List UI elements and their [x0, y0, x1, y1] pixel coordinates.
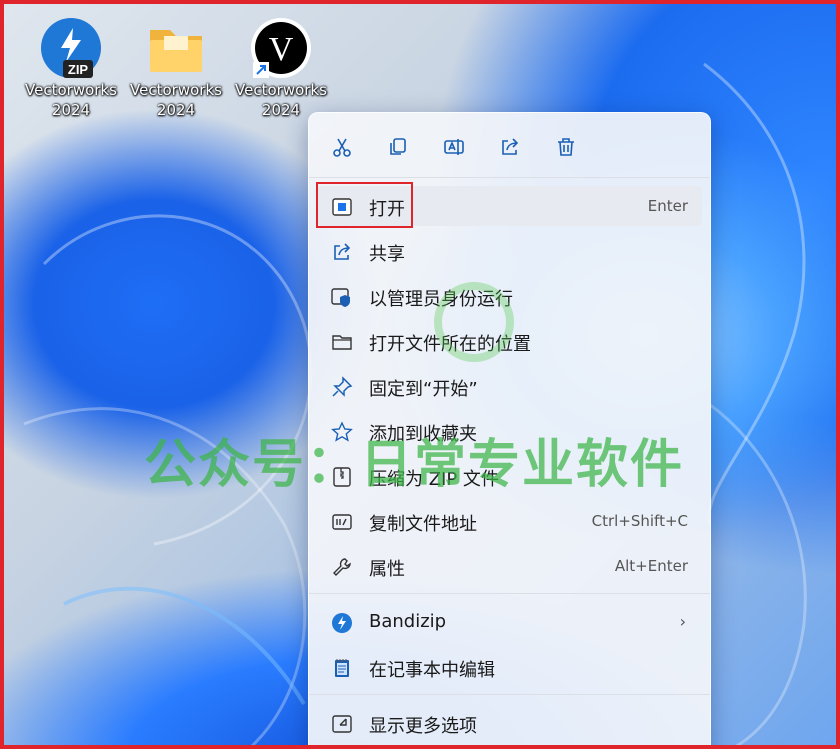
menu-item-label: 属性: [369, 559, 405, 580]
folder-outline-icon: [331, 331, 353, 353]
menu-item-shortcut: Alt+Enter: [614, 557, 688, 575]
cut-button[interactable]: [322, 127, 362, 167]
share-icon: [502, 138, 519, 155]
desktop-icon-folder[interactable]: Vectorworks 2024: [121, 16, 231, 120]
zip-badge: ZIP: [68, 62, 89, 77]
desktop: ZIP Vectorworks 2024 Vectorworks 2024 V …: [0, 0, 840, 749]
desktop-icon-label: Vectorworks 2024: [130, 81, 222, 119]
menu-item-compress-zip[interactable]: 压缩为 ZIP 文件: [317, 456, 702, 496]
menu-item-edit-in-notepad[interactable]: 在记事本中编辑: [317, 647, 702, 687]
menu-item-copy-as-path[interactable]: 复制文件地址 Ctrl+Shift+C: [317, 501, 702, 541]
desktop-icon-vectorworks[interactable]: V Vectorworks 2024: [226, 16, 336, 120]
chevron-right-icon: ›: [679, 612, 686, 631]
zip-icon: [331, 466, 353, 488]
menu-item-bandizip[interactable]: Bandizip ›: [317, 602, 702, 642]
open-app-icon: [331, 196, 353, 218]
menu-item-label: 以管理员身份运行: [369, 289, 513, 310]
more-options-icon: [331, 713, 353, 735]
wrench-icon: [331, 556, 353, 578]
copy-button[interactable]: [378, 127, 418, 167]
menu-item-label: 添加到收藏夹: [369, 424, 477, 445]
copy-path-icon: [331, 511, 353, 533]
vectorworks-shortcut-icon: V: [249, 16, 313, 80]
rename-icon: [444, 139, 464, 155]
zip-archive-icon: ZIP: [39, 16, 103, 80]
share-button[interactable]: [490, 127, 530, 167]
menu-item-open[interactable]: 打开 Enter: [317, 186, 702, 226]
menu-separator: [309, 694, 710, 695]
menu-item-label: 压缩为 ZIP 文件: [369, 469, 499, 490]
menu-item-run-as-admin[interactable]: 以管理员身份运行: [317, 276, 702, 316]
menu-item-label: 打开: [369, 199, 405, 220]
bandizip-icon: [331, 612, 353, 634]
menu-item-shortcut: Enter: [647, 197, 688, 215]
menu-item-share[interactable]: 共享: [317, 231, 702, 271]
admin-shield-icon: [331, 286, 353, 308]
menu-item-properties[interactable]: 属性 Alt+Enter: [317, 546, 702, 586]
context-menu: 打开 Enter 共享 以管理员身份运行 打开文件所在的位置 固定到“开始” 添…: [308, 112, 711, 745]
menu-item-show-more-options[interactable]: 显示更多选项: [317, 703, 702, 743]
menu-item-add-to-favorites[interactable]: 添加到收藏夹: [317, 411, 702, 451]
menu-item-shortcut: Ctrl+Shift+C: [591, 512, 688, 530]
cut-icon: [333, 138, 351, 157]
rename-button[interactable]: [434, 127, 474, 167]
copy-icon: [390, 138, 406, 155]
context-menu-toolbar: [309, 127, 710, 167]
delete-button[interactable]: [546, 127, 586, 167]
vectorworks-letter: V: [269, 31, 294, 68]
pin-icon: [331, 376, 353, 398]
desktop-icon-zip[interactable]: ZIP Vectorworks 2024: [16, 16, 126, 120]
share-icon: [331, 241, 353, 263]
delete-icon: [558, 138, 574, 156]
menu-item-open-file-location[interactable]: 打开文件所在的位置: [317, 321, 702, 361]
folder-icon: [144, 16, 208, 80]
menu-separator: [309, 177, 710, 178]
menu-item-label: 在记事本中编辑: [369, 660, 495, 681]
desktop-icon-label: Vectorworks 2024: [25, 81, 117, 119]
menu-separator: [309, 593, 710, 594]
menu-item-label: 打开文件所在的位置: [369, 334, 531, 355]
menu-item-label: 共享: [369, 244, 405, 265]
menu-item-pin-to-start[interactable]: 固定到“开始”: [317, 366, 702, 406]
star-icon: [331, 421, 353, 443]
notepad-icon: [331, 657, 353, 679]
menu-item-label: 固定到“开始”: [369, 379, 478, 400]
menu-item-label: Bandizip: [369, 611, 447, 632]
menu-item-label: 复制文件地址: [369, 514, 477, 535]
menu-item-label: 显示更多选项: [369, 716, 477, 737]
